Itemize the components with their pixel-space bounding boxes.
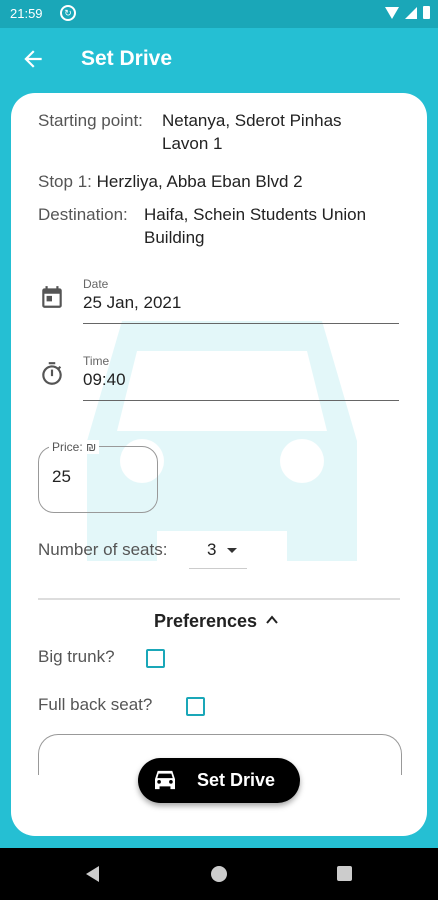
sync-icon: ↻ xyxy=(60,5,76,21)
date-underline xyxy=(83,323,399,324)
app-bar: Set Drive xyxy=(0,28,438,90)
seats-dropdown[interactable]: 3 xyxy=(189,540,247,569)
divider xyxy=(38,598,400,600)
seats-value: 3 xyxy=(207,540,217,559)
destination-line1: Haifa, Schein Students Union xyxy=(144,205,367,224)
seats-label: Number of seats: xyxy=(38,540,168,559)
car-icon xyxy=(155,770,175,790)
price-label: Price: ₪ xyxy=(49,440,100,454)
system-nav-bar xyxy=(0,848,438,900)
timer-icon xyxy=(42,362,62,385)
nav-home-icon[interactable] xyxy=(211,866,227,882)
stop-value: Herzliya, Abba Eban Blvd 2 xyxy=(96,172,303,191)
status-icons xyxy=(385,6,430,19)
date-field[interactable]: Date 25 Jan, 2021 xyxy=(83,277,399,324)
time-underline xyxy=(83,400,399,401)
starting-point-value: Netanya, Sderot Pinhas Lavon 1 xyxy=(162,109,342,155)
chevron-up-icon[interactable] xyxy=(266,614,278,626)
big-trunk-checkbox[interactable] xyxy=(146,649,165,668)
wifi-icon xyxy=(385,6,399,19)
starting-point-line2: Lavon 1 xyxy=(162,134,223,153)
time-value: 09:40 xyxy=(83,370,126,389)
nav-back-icon[interactable] xyxy=(86,866,99,882)
starting-point-row: Starting point: xyxy=(38,109,143,132)
preferences-toggle[interactable]: Preferences xyxy=(154,611,257,632)
nav-recents-icon[interactable] xyxy=(337,866,352,881)
time-field[interactable]: Time 09:40 xyxy=(83,354,399,401)
big-trunk-label: Big trunk? xyxy=(38,647,115,666)
page-title: Set Drive xyxy=(81,47,173,70)
battery-icon xyxy=(423,6,430,19)
set-drive-card: Starting point: Netanya, Sderot Pinhas L… xyxy=(11,93,427,836)
set-drive-button[interactable]: Set Drive xyxy=(138,758,300,803)
caret-down-icon xyxy=(227,548,237,553)
destination-value: Haifa, Schein Students Union Building xyxy=(144,203,366,249)
date-label: Date xyxy=(83,277,109,291)
date-value: 25 Jan, 2021 xyxy=(83,293,182,312)
starting-point-line1: Netanya, Sderot Pinhas xyxy=(162,111,342,130)
status-time: 21:59 xyxy=(10,6,43,21)
destination-label-row: Destination: xyxy=(38,203,128,226)
set-drive-label: Set Drive xyxy=(197,770,276,790)
calendar-icon xyxy=(42,286,62,308)
time-label: Time xyxy=(83,354,110,368)
starting-point-label: Starting point: xyxy=(38,111,143,130)
stop-label: Stop 1: xyxy=(38,172,92,191)
full-back-seat-label: Full back seat? xyxy=(38,695,153,714)
full-back-seat-checkbox[interactable] xyxy=(186,697,205,716)
status-bar: 21:59 ↻ xyxy=(0,0,438,28)
signal-icon xyxy=(405,6,417,19)
price-value: 25 xyxy=(52,467,71,486)
stop-row: Stop 1: Herzliya, Abba Eban Blvd 2 xyxy=(38,170,303,193)
car-watermark-icon xyxy=(87,321,357,561)
destination-label: Destination: xyxy=(38,205,128,224)
arrow-back-icon[interactable] xyxy=(20,46,46,72)
destination-line2: Building xyxy=(144,228,205,247)
